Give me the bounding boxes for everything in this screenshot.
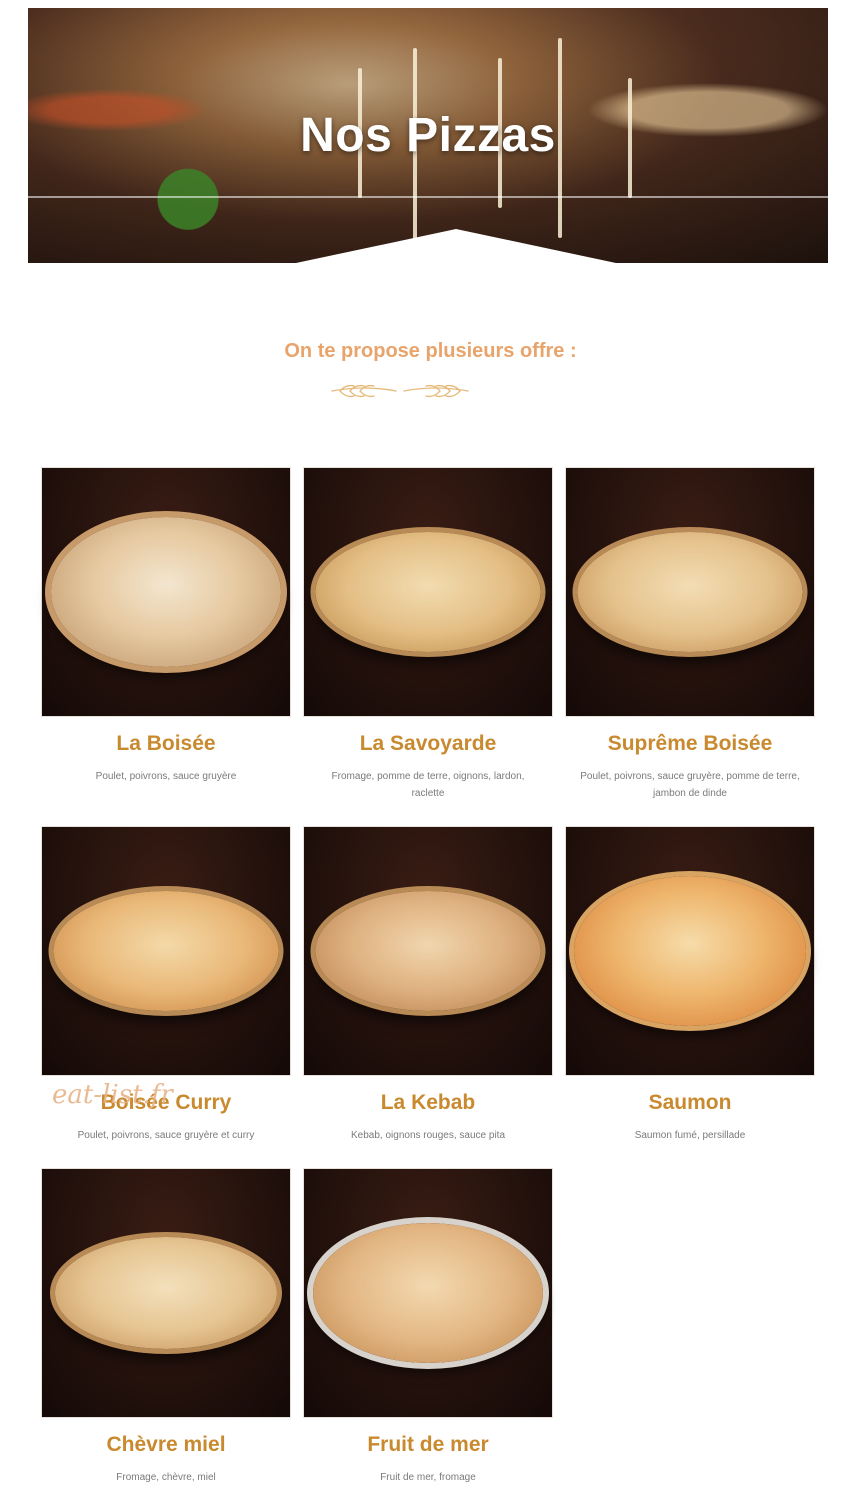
pizza-name: La Savoyarde: [359, 732, 497, 755]
pizza-image: [574, 876, 806, 1026]
pizza-name: Suprême Boisée: [607, 732, 773, 755]
pizza-card[interactable]: Chèvre miel Fromage, chèvre, miel: [42, 1169, 290, 1486]
pizza-description: Kebab, oignons rouges, sauce pita: [351, 1130, 505, 1141]
pizza-photo: [304, 827, 552, 1075]
pizza-card[interactable]: La Kebab Kebab, oignons rouges, sauce pi…: [304, 827, 552, 1144]
pizza-photo: [304, 468, 552, 716]
pizza-image: [315, 891, 541, 1011]
hero-divider: [28, 196, 828, 198]
pizza-photo: [566, 827, 814, 1075]
pizza-description: Poulet, poivrons, sauce gruyère et curry: [77, 1130, 255, 1141]
pizza-card[interactable]: La Savoyarde Fromage, pomme de terre, oi…: [304, 468, 552, 802]
pizza-image: [55, 1237, 277, 1349]
pizza-photo: [42, 827, 290, 1075]
pizza-card[interactable]: Suprême Boisée Poulet, poivrons, sauce g…: [566, 468, 814, 802]
pizza-description: Saumon fumé, persillade: [634, 1130, 746, 1141]
pizza-photo: [304, 1169, 552, 1417]
pizza-image: [53, 891, 279, 1011]
pizza-description: Poulet, poivrons, sauce gruyère: [95, 771, 237, 782]
pizza-photo: [566, 468, 814, 716]
pizza-name: La Kebab: [380, 1091, 476, 1114]
pizza-image: [577, 532, 803, 652]
pizza-name: Fruit de mer: [367, 1433, 489, 1456]
pizza-image: [51, 517, 281, 667]
pizza-description: Fromage, chèvre, miel: [116, 1472, 216, 1483]
section-subtitle: On te propose plusieurs offre :: [284, 340, 577, 362]
pizza-name: La Boisée: [116, 732, 216, 755]
wheat-ornament-icon: [331, 384, 469, 398]
hero-banner: Nos Pizzas: [28, 8, 828, 263]
pizza-image: [315, 532, 541, 652]
pizza-name: Chèvre miel: [106, 1433, 226, 1456]
pizza-photo: [42, 468, 290, 716]
page-title: Nos Pizzas: [300, 109, 556, 162]
pizza-card[interactable]: Saumon Saumon fumé, persillade: [566, 827, 814, 1144]
pizza-card[interactable]: La Boisée Poulet, poivrons, sauce gruyèr…: [42, 468, 290, 785]
pizza-description: Poulet, poivrons, sauce gruyère, pomme d…: [580, 771, 800, 799]
pizza-card[interactable]: Fruit de mer Fruit de mer, fromage: [304, 1169, 552, 1486]
pizza-image: [313, 1223, 543, 1363]
watermark: eat-list.fr: [52, 1080, 173, 1110]
pizza-description: Fruit de mer, fromage: [380, 1472, 476, 1483]
pizza-photo: [42, 1169, 290, 1417]
hero-notch: [296, 229, 616, 263]
pizza-description: Fromage, pomme de terre, oignons, lardon…: [331, 771, 525, 799]
pizza-name: Saumon: [648, 1091, 732, 1114]
